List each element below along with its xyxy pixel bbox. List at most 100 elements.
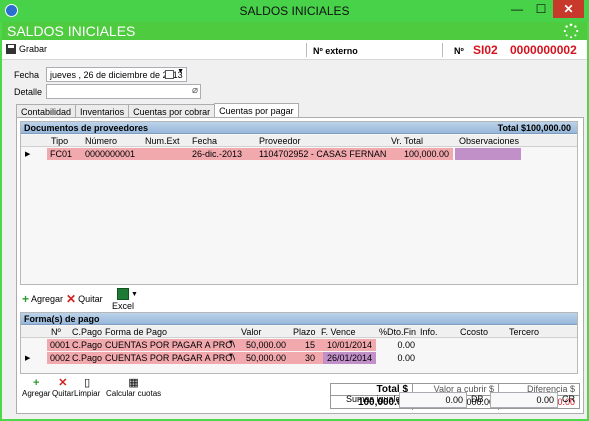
number-label: Nº	[454, 46, 464, 56]
plus-icon: +	[33, 377, 40, 389]
chevron-down-icon[interactable]: ▼	[228, 352, 234, 364]
form-header: SALDOS INICIALES	[2, 22, 587, 40]
title-bar: SALDOS INICIALES — ☐ ✕	[0, 0, 589, 22]
cell-plazo[interactable]: 30	[293, 352, 315, 364]
save-label: Grabar	[19, 44, 48, 54]
cell-numero[interactable]: 0000000001	[85, 148, 135, 160]
cell-dto[interactable]: 0.00	[379, 339, 415, 351]
loading-spinner-icon	[563, 23, 579, 39]
serie-code: SI02	[473, 43, 498, 57]
window-title: SALDOS INICIALES	[239, 4, 350, 18]
remove-label: Quitar	[78, 294, 103, 304]
cell-plazo[interactable]: 15	[293, 339, 315, 351]
payments-grid: Forma(s) de pago Nº C.Pago Forma de Pago…	[20, 312, 578, 374]
window: SALDOS INICIALES — ☐ ✕ SALDOS INICIALES …	[0, 0, 589, 421]
column-header[interactable]: C.Pago	[72, 327, 102, 337]
column-header[interactable]: Ccosto	[460, 327, 488, 337]
payments-grid-header: Forma(s) de pago	[21, 313, 577, 325]
cell-total[interactable]: 100,000.00	[391, 148, 449, 160]
add-payment-button[interactable]: + Agregar	[22, 377, 51, 399]
column-header[interactable]: Número	[85, 136, 117, 146]
plus-icon: +	[22, 292, 30, 306]
cr-label: CR	[562, 394, 575, 404]
detalle-field[interactable]: ⌀	[46, 84, 201, 99]
cell-fecha[interactable]: 26-dic.-2013	[192, 148, 242, 160]
tab-panel: Documentos de proveedores Total $100,000…	[16, 117, 584, 414]
cell-dto[interactable]: 0.00	[379, 352, 415, 364]
date-picker[interactable]: jueves , 26 de diciembre de 2013 ▼	[46, 67, 187, 82]
chevron-down-icon[interactable]: ▼	[131, 291, 138, 298]
table-row[interactable]: 0001 C.Pago CUENTAS POR PAGAR A PROVEEDO…	[21, 339, 577, 351]
column-header[interactable]: Vr. Total	[391, 136, 423, 146]
close-icon: ✕	[66, 292, 77, 306]
close-button[interactable]: ✕	[553, 0, 584, 18]
column-header[interactable]: Tipo	[51, 136, 68, 146]
toolbar-separator	[306, 43, 307, 57]
add-label: Agregar	[31, 294, 64, 304]
column-header[interactable]: %Dto.Fin	[379, 327, 416, 337]
excel-icon	[117, 288, 129, 300]
cell-valor[interactable]: 50,000.00	[241, 339, 286, 351]
document-number: 0000000002	[510, 43, 577, 57]
cell-vence[interactable]: 10/01/2014	[327, 339, 372, 351]
cell-n[interactable]: 0002	[50, 352, 70, 364]
clear-button[interactable]: ▯ Limpiar	[74, 378, 101, 399]
remove-payment-button[interactable]: ✕ Quitar	[52, 378, 74, 399]
column-header[interactable]: Plazo	[293, 327, 316, 337]
cell-cpago[interactable]: C.Pago	[72, 352, 102, 364]
column-header[interactable]: Observaciones	[459, 136, 519, 146]
column-header[interactable]: Valor	[241, 327, 261, 337]
calculate-label: Calcular cuotas	[106, 389, 162, 398]
fecha-label: Fecha	[14, 70, 40, 80]
calculate-installments-button[interactable]: ▦ Calcular cuotas	[106, 378, 162, 399]
db-field: 0.00	[399, 392, 467, 408]
column-header[interactable]: F. Vence	[321, 327, 356, 337]
client-area: SALDOS INICIALES Grabar Nº externo Nº SI…	[2, 22, 587, 419]
documents-grid-title: Documentos de proveedores	[24, 123, 149, 133]
table-row[interactable]: ▶ FC01 0000000001 26-dic.-2013 110470295…	[21, 148, 577, 160]
add-payment-label: Agregar	[22, 389, 51, 398]
column-header[interactable]: Nº	[51, 327, 61, 337]
tab-cuentas-por-cobrar[interactable]: Cuentas por cobrar	[128, 104, 216, 118]
calendar-icon[interactable]	[165, 70, 174, 79]
documents-column-header: Tipo Número Num.Ext Fecha Proveedor Vr. …	[21, 135, 577, 147]
cell-cpago[interactable]: C.Pago	[72, 339, 102, 351]
documents-grid-header: Documentos de proveedores Total $100,000…	[21, 122, 577, 134]
clear-label: Limpiar	[74, 389, 101, 398]
column-header[interactable]: Fecha	[192, 136, 217, 146]
cell-vence[interactable]: 26/01/2014	[327, 352, 372, 364]
floppy-icon	[6, 44, 16, 54]
add-button[interactable]: + Agregar	[22, 292, 64, 306]
documents-total: Total $100,000.00	[497, 123, 571, 133]
chevron-down-icon[interactable]: ▼	[228, 339, 234, 351]
remove-payment-label: Quitar	[52, 389, 74, 398]
cell-forma[interactable]: CUENTAS POR PAGAR A PROVEEDO...	[105, 339, 235, 351]
maximize-button[interactable]: ☐	[529, 0, 553, 18]
payments-column-header: Nº C.Pago Forma de Pago Valor Plazo F. V…	[21, 326, 577, 338]
table-row[interactable]: ▶ 0002 C.Pago CUENTAS POR PAGAR A PROVEE…	[21, 352, 577, 364]
detalle-label: Detalle	[14, 87, 43, 97]
tab-strip: Contabilidad Inventarios Cuentas por cob…	[16, 103, 299, 118]
save-button[interactable]: Grabar	[6, 44, 47, 54]
column-header[interactable]: Info.	[420, 327, 438, 337]
tab-inventarios[interactable]: Inventarios	[75, 104, 130, 118]
row-pointer-icon: ▶	[25, 151, 31, 158]
cell-tipo[interactable]: FC01	[50, 148, 72, 160]
cell-observaciones[interactable]	[455, 148, 521, 160]
paperclip-icon[interactable]: ⌀	[192, 85, 198, 96]
minimize-button[interactable]: —	[505, 0, 529, 18]
column-header[interactable]: Num.Ext	[145, 136, 180, 146]
tab-cuentas-por-pagar[interactable]: Cuentas por pagar	[214, 103, 299, 118]
cell-valor[interactable]: 50,000.00	[241, 352, 286, 364]
toolbar: Grabar Nº externo Nº SI02 0000000002	[2, 40, 587, 60]
column-header[interactable]: Proveedor	[259, 136, 301, 146]
chevron-down-icon[interactable]: ▼	[177, 68, 184, 75]
cell-n[interactable]: 0001	[50, 339, 70, 351]
column-header[interactable]: Tercero	[509, 327, 539, 337]
tab-contabilidad[interactable]: Contabilidad	[16, 104, 77, 118]
column-header[interactable]: Forma de Pago	[105, 327, 167, 337]
cell-forma[interactable]: CUENTAS POR PAGAR A PROVEEDO...	[105, 352, 235, 364]
cr-field: 0.00	[490, 392, 558, 408]
cell-proveedor[interactable]: 1104702952 - CASAS FERNANDEZ C...	[259, 148, 387, 160]
remove-button[interactable]: ✕ Quitar	[66, 292, 103, 306]
